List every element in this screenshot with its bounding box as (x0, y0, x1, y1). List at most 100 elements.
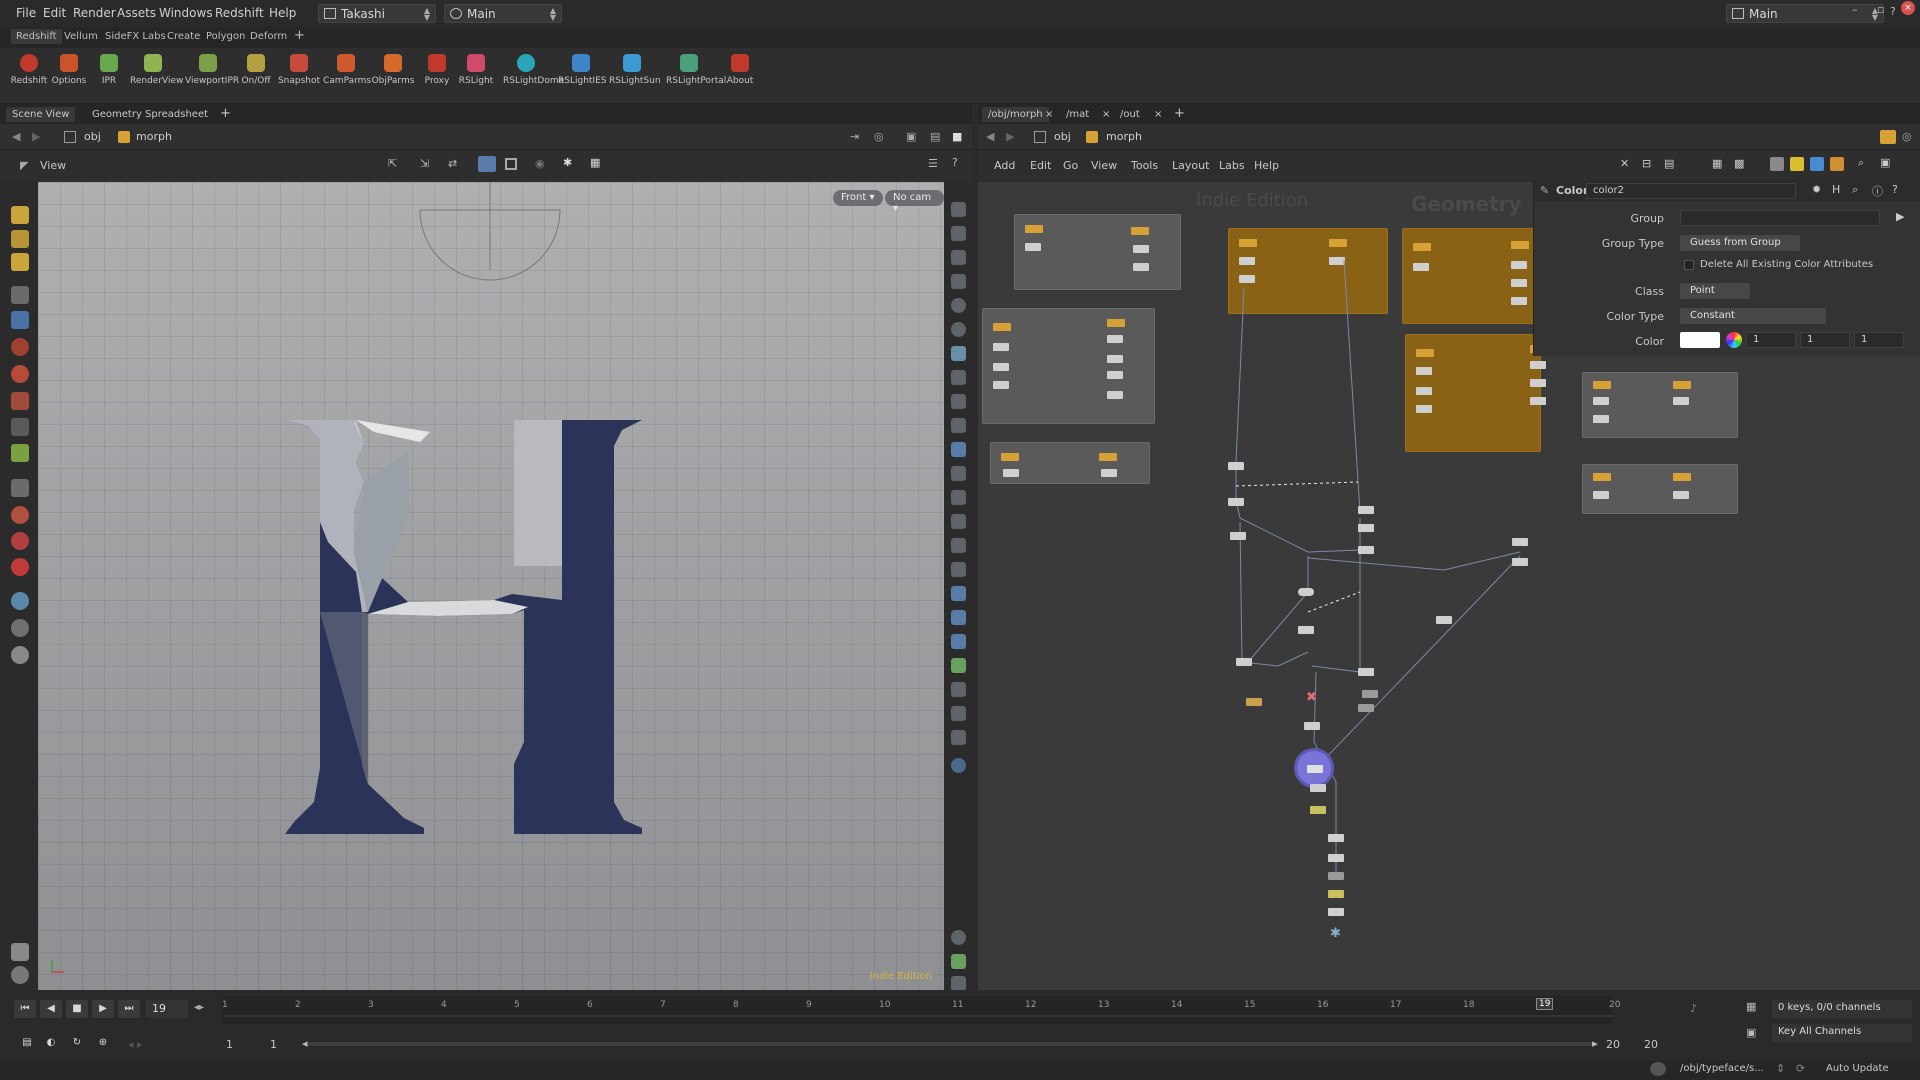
viewport-menu-icon[interactable]: ☰ (928, 157, 938, 170)
loop-icon[interactable]: ↻ (66, 1034, 88, 1052)
brush-icon[interactable] (11, 943, 29, 961)
view-settings-icon[interactable]: ▤ (930, 130, 940, 143)
key-all-channels-button[interactable]: Key All Channels (1772, 1024, 1912, 1042)
link-icon[interactable]: ◎ (874, 130, 884, 143)
menu-render[interactable]: Render (73, 6, 116, 20)
tool-rslight[interactable]: RSLight (453, 52, 499, 86)
play-reverse-button[interactable]: ◀ (40, 1000, 62, 1018)
tool-onoff[interactable]: On/Off (233, 52, 279, 86)
chat-icon[interactable] (1650, 1062, 1666, 1076)
render-region-icon[interactable]: ▦ (590, 156, 600, 169)
camera-view-icon[interactable] (951, 202, 966, 217)
tool-rslightsun[interactable]: RSLightSun (609, 52, 661, 86)
node[interactable] (1228, 462, 1244, 470)
tool-ipr[interactable]: IPR (86, 52, 132, 86)
key-channels-icon[interactable]: ▣ (1746, 1026, 1756, 1039)
snap-icon[interactable] (478, 156, 496, 172)
shading-icon[interactable] (951, 298, 966, 313)
node[interactable] (1362, 690, 1378, 698)
guide-icon[interactable] (951, 562, 966, 577)
ghost-icon[interactable] (951, 370, 966, 385)
forward-icon[interactable]: ▶ (1006, 130, 1014, 143)
lock-camera-icon[interactable] (951, 250, 966, 265)
tool-renderview[interactable]: RenderView (130, 52, 183, 86)
color-wheel-icon[interactable] (1726, 332, 1742, 348)
timeline-ruler[interactable]: 1 2 3 4 5 6 7 8 9 10 11 12 13 14 15 16 1… (222, 996, 1620, 1024)
node[interactable] (1328, 834, 1344, 842)
hscript-icon[interactable]: H (1832, 183, 1840, 196)
node[interactable] (1512, 558, 1528, 566)
color-type-menu[interactable]: Constant (1680, 308, 1826, 324)
bypass-node-icon[interactable]: ✖ (1306, 690, 1317, 705)
node[interactable] (1228, 498, 1244, 506)
tab-mat[interactable]: /mat (1060, 107, 1095, 122)
handle-icon[interactable] (11, 338, 29, 356)
display-icon[interactable] (951, 226, 966, 241)
stop-button[interactable]: ■ (66, 1000, 88, 1018)
desktop-select[interactable]: Takashi ▲ ▼ (318, 4, 436, 23)
color-palette-icon[interactable] (1830, 157, 1844, 171)
selected-color-node[interactable] (1294, 748, 1334, 788)
tab-obj-morph[interactable]: /obj/morph (982, 107, 1049, 122)
node[interactable] (1358, 546, 1374, 554)
back-icon[interactable]: ◀ (986, 130, 994, 143)
range-start[interactable]: 1 (226, 1038, 233, 1051)
node[interactable] (1328, 872, 1344, 880)
origin-icon[interactable] (951, 634, 966, 649)
current-frame-marker[interactable]: 19 (1536, 998, 1554, 1010)
tab-scene-view[interactable]: Scene View (6, 107, 76, 122)
display-options-icon[interactable]: ▣ (906, 130, 916, 143)
add-shelf-tab-icon[interactable]: + (290, 28, 309, 43)
node[interactable] (1358, 506, 1374, 514)
help-icon[interactable]: ? (1890, 5, 1896, 18)
audio-scrub-icon[interactable]: ◐ (40, 1034, 62, 1052)
menu-labs[interactable]: Labs (1219, 159, 1245, 172)
select-arrow-icon[interactable] (11, 206, 29, 224)
node[interactable] (1298, 626, 1314, 634)
scene-viewport[interactable]: Front ▾ No cam ▾ Indie Edition (38, 182, 944, 990)
vertex-icon[interactable] (951, 490, 966, 505)
range-start-2[interactable]: 1 (270, 1038, 277, 1051)
node[interactable] (1328, 908, 1344, 916)
menu-layout[interactable]: Layout (1172, 159, 1209, 172)
close-tab-icon[interactable]: × (1102, 109, 1110, 120)
viewport-help-icon[interactable]: ? (952, 156, 958, 169)
output-node-icon[interactable]: ✱ (1330, 926, 1341, 941)
visibility-icon[interactable]: ✱ (563, 156, 572, 169)
menu-edit[interactable]: Edit (1030, 159, 1051, 172)
color-b-field[interactable]: 1 (1854, 332, 1904, 348)
node[interactable] (1358, 668, 1374, 676)
template-icon[interactable] (951, 394, 966, 409)
layout-icon[interactable] (951, 954, 966, 969)
crumb-obj[interactable]: obj (1054, 130, 1071, 143)
node[interactable] (1328, 854, 1344, 862)
node[interactable] (1328, 890, 1344, 898)
shelf-tab-vellum[interactable]: Vellum (60, 31, 102, 42)
tool-viewportipr[interactable]: ViewportIPR (185, 52, 239, 86)
hull-icon[interactable] (951, 586, 966, 601)
node[interactable] (1310, 784, 1326, 792)
refresh-icon[interactable]: ⟳ (1796, 1062, 1805, 1075)
pin-view-icon[interactable] (951, 274, 966, 289)
realtime-icon[interactable]: ▤ (16, 1034, 38, 1052)
select-arrow-icon[interactable]: ▶ (1896, 210, 1904, 223)
tool-snapshot[interactable]: Snapshot (276, 52, 322, 86)
shelf-tab-redshift[interactable]: Redshift (11, 29, 62, 44)
help-icon[interactable]: ? (1892, 183, 1898, 196)
crumb-morph[interactable]: morph (136, 130, 172, 143)
add-pane-tab-icon[interactable]: + (214, 104, 237, 123)
menu-add[interactable]: Add (994, 159, 1015, 172)
sticky-note-icon[interactable] (1790, 157, 1804, 171)
menu-edit[interactable]: Edit (43, 6, 66, 20)
move-icon[interactable] (11, 444, 29, 462)
menu-redshift[interactable]: Redshift (215, 6, 264, 20)
network-view-icon[interactable] (1880, 130, 1896, 144)
node[interactable] (1512, 538, 1528, 546)
view-tool-icon[interactable] (11, 286, 29, 304)
lighting-icon[interactable]: ◉ (535, 157, 545, 170)
thumbnail-icon[interactable]: ▩ (1734, 157, 1744, 170)
node[interactable] (1436, 616, 1452, 624)
node[interactable] (1230, 532, 1246, 540)
light-icon[interactable] (11, 646, 29, 664)
snap-curve-icon[interactable] (11, 532, 29, 550)
